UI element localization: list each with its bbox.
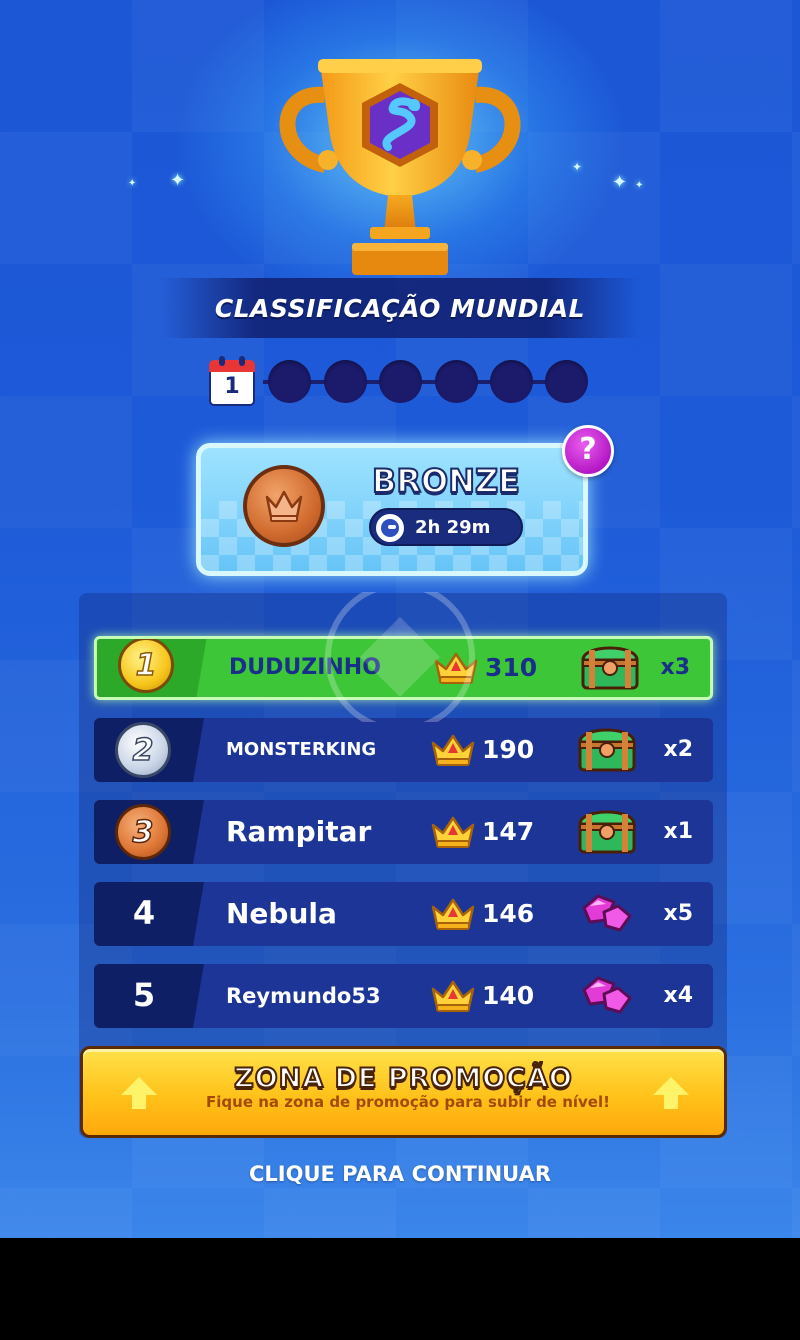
leaderboard-row-3[interactable]: 3 Rampitar 147 x1 bbox=[94, 800, 713, 864]
rank-number: 4 bbox=[132, 894, 156, 932]
day-dot bbox=[435, 360, 478, 403]
rank-box: 4 bbox=[94, 882, 204, 946]
rank-number: 2 bbox=[132, 732, 154, 769]
rank-number: 1 bbox=[135, 647, 157, 684]
help-button[interactable]: ? bbox=[562, 425, 614, 477]
chest-icon bbox=[578, 728, 636, 772]
player-name: MONSTERKING bbox=[226, 739, 377, 760]
rank-box: 2 bbox=[94, 718, 204, 782]
continue-button[interactable]: CLIQUE PARA CONTINUAR bbox=[0, 1162, 800, 1186]
day-dot bbox=[379, 360, 422, 403]
bottom-black-bar bbox=[0, 1238, 800, 1340]
day-dot bbox=[490, 360, 533, 403]
bronze-medal-icon: 3 bbox=[115, 804, 171, 860]
reward-quantity: x2 bbox=[663, 737, 694, 762]
progress-line bbox=[263, 380, 583, 384]
trophy-icon bbox=[279, 59, 521, 275]
sparkle-icon: ✦ bbox=[635, 180, 644, 191]
rank-box: 1 bbox=[97, 639, 207, 697]
reward-quantity: x5 bbox=[663, 901, 694, 926]
rank-number: 5 bbox=[132, 976, 156, 1014]
bronze-crown-medal-icon bbox=[243, 465, 325, 547]
sparkle-icon: ✦ bbox=[612, 172, 628, 193]
player-score: 146 bbox=[482, 899, 535, 928]
gem-icon bbox=[582, 894, 632, 932]
reward-quantity: x4 bbox=[663, 983, 694, 1008]
chest-icon bbox=[578, 810, 636, 854]
player-name: Rampitar bbox=[226, 815, 372, 848]
leaderboard-row-2[interactable]: 2 MONSTERKING 190 x2 bbox=[94, 718, 713, 782]
player-score: 190 bbox=[482, 735, 535, 764]
clock-icon bbox=[373, 511, 407, 545]
gem-icon bbox=[582, 976, 632, 1014]
leaderboard-row-4[interactable]: 4 Nebula 146 x5 bbox=[94, 882, 713, 946]
promotion-subtitle: Fique na zona de promoção para subir de … bbox=[206, 1093, 610, 1111]
rank-box: 5 bbox=[94, 964, 204, 1028]
day-dot bbox=[324, 360, 367, 403]
league-card: BRONZE 2h 29m bbox=[196, 443, 588, 576]
day-dot bbox=[268, 360, 311, 403]
silver-medal-icon: 2 bbox=[115, 722, 171, 778]
title-banner: CLASSIFICAÇÃO MUNDIAL bbox=[160, 278, 640, 338]
league-timer: 2h 29m bbox=[369, 508, 523, 546]
player-name: Reymundo53 bbox=[226, 984, 381, 1008]
day-progress-track: 1 bbox=[207, 354, 597, 410]
player-score: 310 bbox=[485, 653, 538, 682]
gold-medal-icon: 1 bbox=[118, 639, 174, 693]
reward-quantity: x1 bbox=[663, 819, 694, 844]
crown-icon bbox=[431, 898, 475, 930]
crown-icon bbox=[431, 816, 475, 848]
chest-icon bbox=[581, 646, 639, 690]
timer-text: 2h 29m bbox=[415, 517, 491, 538]
sparkle-icon: ✦ bbox=[128, 178, 137, 189]
reward-quantity: x3 bbox=[660, 655, 691, 680]
scroll-indicator-icon[interactable] bbox=[322, 592, 478, 722]
sparkle-icon: ✦ bbox=[572, 160, 583, 174]
league-name: BRONZE bbox=[371, 461, 521, 501]
sparkle-icon: ✦ bbox=[170, 170, 186, 191]
player-score: 147 bbox=[482, 817, 535, 846]
day-dot bbox=[545, 360, 588, 403]
player-name: Nebula bbox=[226, 897, 337, 930]
current-day-number: 1 bbox=[224, 374, 240, 399]
leaderboard-screen[interactable]: ✦ ✦ ✦ ✦ ✦ CLASSIFICAÇÃO MUNDIAL 1 BRONZE… bbox=[0, 0, 800, 1238]
leaderboard-row-5[interactable]: 5 Reymundo53 140 x4 bbox=[94, 964, 713, 1028]
rank-number: 3 bbox=[132, 814, 154, 851]
crown-icon bbox=[431, 734, 475, 766]
promotion-zone-banner: ZONA DE PROMOÇÃO Fique na zona de promoç… bbox=[80, 1046, 727, 1138]
player-score: 140 bbox=[482, 981, 535, 1010]
page-title: CLASSIFICAÇÃO MUNDIAL bbox=[214, 293, 586, 323]
rank-box: 3 bbox=[94, 800, 204, 864]
crown-icon bbox=[431, 980, 475, 1012]
calendar-icon: 1 bbox=[207, 356, 259, 408]
